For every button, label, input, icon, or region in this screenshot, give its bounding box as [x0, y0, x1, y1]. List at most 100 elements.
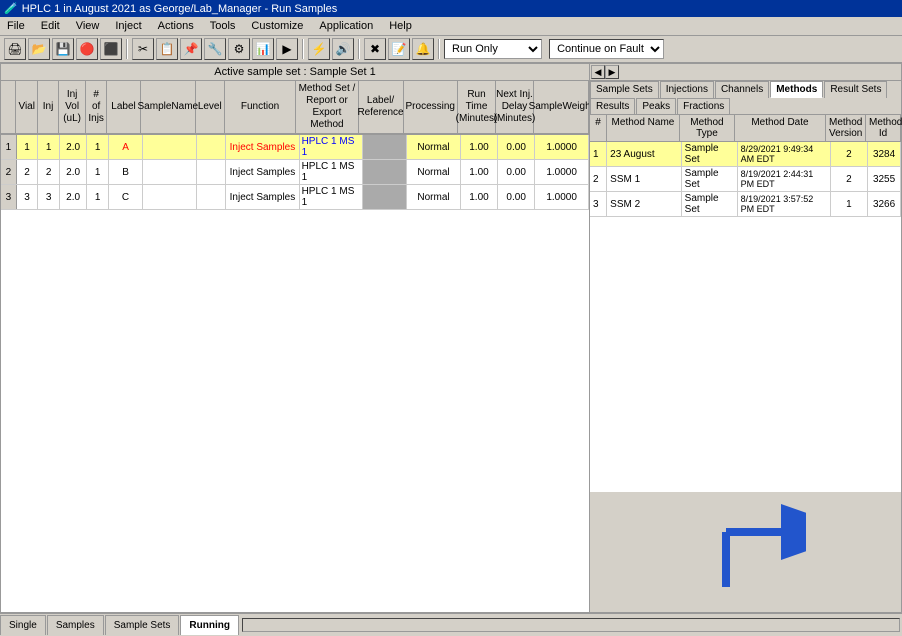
right-header-name: Method Name	[607, 115, 680, 141]
fault-mode-dropdown[interactable]: Continue on Fault Stop on Fault	[549, 39, 664, 59]
menu-inject[interactable]: Inject	[112, 19, 144, 33]
toolbar-btn-5[interactable]: ⬛	[100, 38, 122, 60]
table-row[interactable]: 3 3 3 2.0 1 C Inject Samples HPLC 1 MS 1…	[1, 185, 589, 210]
cell-labelref-2	[363, 160, 407, 184]
toolbar-btn-9[interactable]: 🔧	[204, 38, 226, 60]
toolbar-sep-1	[126, 39, 128, 59]
table-header: Vial Inj Inj Vol (uL) # of Injs Label Sa…	[1, 81, 589, 135]
cell-vol-3: 2.0	[60, 185, 87, 209]
cell-runtime-1: 1.00	[461, 135, 498, 159]
tab-results[interactable]: Results	[590, 98, 635, 114]
right-header-num: #	[590, 115, 607, 141]
cell-sampleweight-3: 1.0000	[535, 185, 589, 209]
tab-injections[interactable]: Injections	[660, 81, 714, 98]
tab-peaks[interactable]: Peaks	[636, 98, 676, 114]
cell-labelref-3	[363, 185, 407, 209]
menu-file[interactable]: File	[4, 19, 28, 33]
toolbar-btn-1[interactable]: 🖨	[4, 38, 26, 60]
menu-help[interactable]: Help	[386, 19, 415, 33]
right-cell-id-3: 3266	[868, 192, 901, 216]
toolbar-btn-11[interactable]: 📊	[252, 38, 274, 60]
horizontal-scrollbar[interactable]	[242, 618, 900, 632]
cell-nextinj-2: 0.00	[498, 160, 535, 184]
right-cell-type-1: Sample Set	[682, 142, 738, 166]
cell-methodset-2: HPLC 1 MS 1	[300, 160, 364, 184]
right-panel-fwd-btn[interactable]: ▶	[605, 65, 619, 79]
toolbar-btn-7[interactable]: 📋	[156, 38, 178, 60]
cell-samplename-3	[143, 185, 197, 209]
tab-bottom-samplesets[interactable]: Sample Sets	[105, 615, 180, 635]
toolbar-btn-14[interactable]: 🔊	[332, 38, 354, 60]
toolbar-btn-13[interactable]: ⚡	[308, 38, 330, 60]
tab-bottom-samples[interactable]: Samples	[47, 615, 104, 635]
header-methodset: Method Set / Report or Export Method	[296, 81, 358, 133]
right-table-row-1[interactable]: 1 23 August Sample Set 8/29/2021 9:49:34…	[590, 142, 901, 167]
active-sample-bar: Active sample set : Sample Set 1	[1, 64, 589, 81]
tab-channels[interactable]: Channels	[715, 81, 769, 98]
cell-sampleweight-2: 1.0000	[535, 160, 589, 184]
right-cell-date-2: 8/19/2021 2:44:31 PM EDT	[738, 167, 831, 191]
cell-inj-2: 2	[38, 160, 60, 184]
row-num-1: 1	[1, 135, 17, 159]
header-inj: Inj	[38, 81, 59, 133]
cell-level-3	[197, 185, 226, 209]
row-num-3: 3	[1, 185, 17, 209]
header-samplename: SampleName	[141, 81, 196, 133]
toolbar-btn-4[interactable]: 🔴	[76, 38, 98, 60]
header-vial: Vial	[16, 81, 38, 133]
right-table-row-3[interactable]: 3 SSM 2 Sample Set 8/19/2021 3:57:52 PM …	[590, 192, 901, 217]
toolbar-btn-17[interactable]: 🔔	[412, 38, 434, 60]
cell-labelref-1	[363, 135, 407, 159]
cell-level-1	[197, 135, 226, 159]
tab-methods[interactable]: Methods	[770, 81, 823, 98]
right-header-id: Method Id	[866, 115, 901, 141]
cell-function-2: Inject Samples	[226, 160, 299, 184]
cell-runtime-2: 1.00	[461, 160, 498, 184]
toolbar: 🖨 📂 💾 🔴 ⬛ ✂ 📋 📌 🔧 ⚙ 📊 ▶ ⚡ 🔊 ✖ 📝 🔔 Run On…	[0, 36, 902, 63]
tab-bottom-running[interactable]: Running	[180, 615, 239, 635]
cell-inj-1: 1	[38, 135, 60, 159]
right-cell-id-1: 3284	[868, 142, 901, 166]
toolbar-btn-6[interactable]: ✂	[132, 38, 154, 60]
menu-actions[interactable]: Actions	[155, 19, 197, 33]
header-processing: Processing	[404, 81, 458, 133]
tab-result-sets[interactable]: Result Sets	[824, 81, 887, 98]
status-bar: Single Samples Sample Sets Running	[0, 613, 902, 635]
cell-ninj-3: 1	[87, 185, 109, 209]
right-header-date: Method Date	[735, 115, 826, 141]
cell-nextinj-1: 0.00	[498, 135, 535, 159]
menu-tools[interactable]: Tools	[207, 19, 239, 33]
right-cell-num-3: 3	[590, 192, 607, 216]
toolbar-btn-15[interactable]: ✖	[364, 38, 386, 60]
cell-samplename-1	[143, 135, 197, 159]
header-function: Function	[225, 81, 297, 133]
cell-inj-3: 3	[38, 185, 60, 209]
menu-application[interactable]: Application	[316, 19, 376, 33]
toolbar-btn-12[interactable]: ▶	[276, 38, 298, 60]
toolbar-btn-10[interactable]: ⚙	[228, 38, 250, 60]
cell-vol-1: 2.0	[60, 135, 87, 159]
cell-function-3: Inject Samples	[226, 185, 299, 209]
run-mode-dropdown[interactable]: Run Only Load and Run Load Only	[444, 39, 542, 59]
blue-arrow-svg	[686, 502, 806, 602]
table-row[interactable]: 1 1 1 2.0 1 A Inject Samples HPLC 1 MS 1…	[1, 135, 589, 160]
title-bar-icon: 🧪	[4, 2, 18, 15]
toolbar-btn-2[interactable]: 📂	[28, 38, 50, 60]
toolbar-btn-16[interactable]: 📝	[388, 38, 410, 60]
tab-fractions[interactable]: Fractions	[677, 98, 730, 114]
right-cell-num-1: 1	[590, 142, 607, 166]
toolbar-btn-3[interactable]: 💾	[52, 38, 74, 60]
toolbar-btn-8[interactable]: 📌	[180, 38, 202, 60]
table-row[interactable]: 2 2 2 2.0 1 B Inject Samples HPLC 1 MS 1…	[1, 160, 589, 185]
header-ninj: # of Injs	[86, 81, 107, 133]
right-table-row-2[interactable]: 2 SSM 1 Sample Set 8/19/2021 2:44:31 PM …	[590, 167, 901, 192]
menu-edit[interactable]: Edit	[38, 19, 63, 33]
cell-processing-3: Normal	[407, 185, 461, 209]
right-cell-type-3: Sample Set	[682, 192, 738, 216]
tab-bottom-single[interactable]: Single	[0, 615, 46, 635]
cell-vial-1: 1	[17, 135, 39, 159]
menu-view[interactable]: View	[73, 19, 103, 33]
menu-customize[interactable]: Customize	[248, 19, 306, 33]
tab-sample-sets[interactable]: Sample Sets	[590, 81, 659, 98]
right-panel-back-btn[interactable]: ◀	[591, 65, 605, 79]
